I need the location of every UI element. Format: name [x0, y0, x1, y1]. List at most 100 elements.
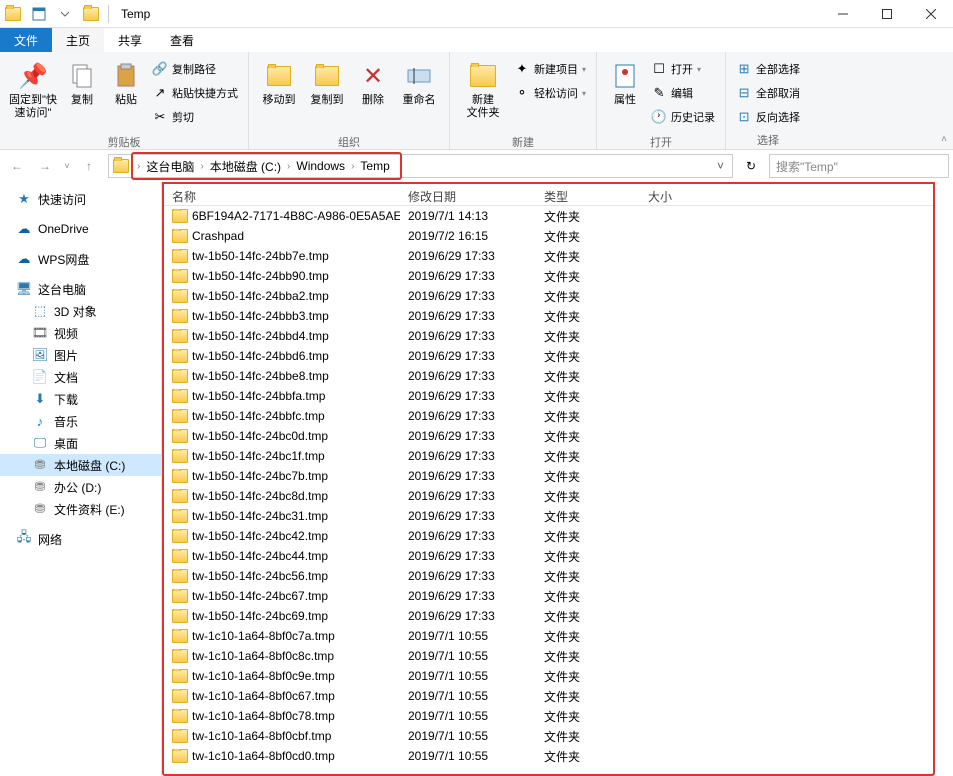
back-button[interactable]: ← [4, 153, 30, 179]
file-row[interactable]: tw-1b50-14fc-24bc67.tmp2019/6/29 17:33文件… [164, 586, 933, 606]
file-row[interactable]: tw-1b50-14fc-24bc69.tmp2019/6/29 17:33文件… [164, 606, 933, 626]
tree-drive-c[interactable]: ⛃本地磁盘 (C:) [0, 454, 161, 476]
file-row[interactable]: tw-1b50-14fc-24bc31.tmp2019/6/29 17:33文件… [164, 506, 933, 526]
recent-dropdown[interactable]: ˅ [60, 153, 74, 179]
tree-drive-e[interactable]: ⛃文件资料 (E:) [0, 498, 161, 520]
file-date-cell: 2019/6/29 17:33 [400, 549, 536, 563]
new-folder-button[interactable]: 新建 文件夹 [456, 56, 510, 132]
file-row[interactable]: tw-1b50-14fc-24bc56.tmp2019/6/29 17:33文件… [164, 566, 933, 586]
up-button[interactable]: ↑ [76, 153, 102, 179]
file-date-cell: 2019/6/29 17:33 [400, 569, 536, 583]
file-row[interactable]: tw-1b50-14fc-24bc0d.tmp2019/6/29 17:33文件… [164, 426, 933, 446]
file-type-cell: 文件夹 [536, 408, 640, 425]
tree-documents[interactable]: 📄文档 [0, 366, 161, 388]
tree-pictures[interactable]: 🖼图片 [0, 344, 161, 366]
pin-to-quick-access-button[interactable]: 📌 固定到"快 速访问" [6, 56, 60, 132]
breadcrumb-item[interactable]: Temp [354, 156, 395, 176]
file-row[interactable]: tw-1b50-14fc-24bb90.tmp2019/6/29 17:33文件… [164, 266, 933, 286]
new-folder-qat-icon[interactable] [78, 1, 104, 27]
file-row[interactable]: tw-1b50-14fc-24bc1f.tmp2019/6/29 17:33文件… [164, 446, 933, 466]
file-list[interactable]: 6BF194A2-7171-4B8C-A986-0E5A5AE...2019/7… [164, 206, 933, 774]
invert-selection-button[interactable]: ⊡反向选择 [736, 106, 800, 128]
search-input[interactable]: 搜索"Temp" [769, 154, 949, 178]
breadcrumb-item[interactable]: Windows [290, 156, 351, 176]
tree-videos[interactable]: 🎞视频 [0, 322, 161, 344]
file-name-cell: tw-1b50-14fc-24bc31.tmp [164, 509, 400, 523]
address-dropdown[interactable]: ˅ [711, 159, 730, 173]
file-row[interactable]: tw-1b50-14fc-24bc42.tmp2019/6/29 17:33文件… [164, 526, 933, 546]
tab-view[interactable]: 查看 [156, 28, 208, 52]
tree-onedrive[interactable]: ☁OneDrive [0, 218, 161, 240]
file-row[interactable]: Crashpad2019/7/2 16:15文件夹 [164, 226, 933, 246]
easy-access-button[interactable]: ⚬轻松访问▾ [514, 82, 586, 104]
ribbon-collapse-button[interactable]: ˄ [941, 134, 947, 145]
copy-button[interactable]: 复制 [60, 56, 104, 132]
address-bar[interactable]: › 这台电脑 › 本地磁盘 (C:) › Windows › Temp ˅ [108, 154, 733, 178]
folder-icon [172, 569, 188, 583]
column-type[interactable]: 类型 [536, 184, 640, 205]
file-row[interactable]: tw-1c10-1a64-8bf0cd0.tmp2019/7/1 10:55文件… [164, 746, 933, 766]
file-row[interactable]: tw-1b50-14fc-24bbd4.tmp2019/6/29 17:33文件… [164, 326, 933, 346]
file-row[interactable]: tw-1c10-1a64-8bf0c67.tmp2019/7/1 10:55文件… [164, 686, 933, 706]
file-row[interactable]: tw-1c10-1a64-8bf0c9e.tmp2019/7/1 10:55文件… [164, 666, 933, 686]
breadcrumb-item[interactable]: 这台电脑 [140, 156, 200, 176]
tree-quick-access[interactable]: ★快速访问 [0, 188, 161, 210]
tab-home[interactable]: 主页 [52, 28, 104, 52]
tree-desktop[interactable]: 🖵桌面 [0, 432, 161, 454]
tree-wps[interactable]: ☁WPS网盘 [0, 248, 161, 270]
refresh-button[interactable]: ↻ [739, 154, 763, 178]
column-date[interactable]: 修改日期 [400, 184, 536, 205]
column-size[interactable]: 大小 [640, 184, 720, 205]
forward-button[interactable]: → [32, 153, 58, 179]
column-name[interactable]: 名称 [164, 184, 400, 205]
file-row[interactable]: 6BF194A2-7171-4B8C-A986-0E5A5AE...2019/7… [164, 206, 933, 226]
folder-icon [172, 669, 188, 683]
file-row[interactable]: tw-1b50-14fc-24bc7b.tmp2019/6/29 17:33文件… [164, 466, 933, 486]
tree-music[interactable]: ♪音乐 [0, 410, 161, 432]
tree-3d-objects[interactable]: ⬚3D 对象 [0, 300, 161, 322]
file-row[interactable]: tw-1c10-1a64-8bf0c8c.tmp2019/7/1 10:55文件… [164, 646, 933, 666]
delete-button[interactable]: ✕ 删除 [351, 56, 395, 132]
file-row[interactable]: tw-1b50-14fc-24bbfc.tmp2019/6/29 17:33文件… [164, 406, 933, 426]
tab-share[interactable]: 共享 [104, 28, 156, 52]
select-all-button[interactable]: ⊞全部选择 [736, 58, 800, 80]
file-row[interactable]: tw-1b50-14fc-24bbd6.tmp2019/6/29 17:33文件… [164, 346, 933, 366]
file-row[interactable]: tw-1c10-1a64-8bf0cbf.tmp2019/7/1 10:55文件… [164, 726, 933, 746]
paste-button[interactable]: 粘贴 [104, 56, 148, 132]
edit-button[interactable]: ✎编辑 [651, 82, 715, 104]
tree-network[interactable]: 🖧网络 [0, 528, 161, 550]
file-row[interactable]: tw-1b50-14fc-24bbe8.tmp2019/6/29 17:33文件… [164, 366, 933, 386]
folder-icon[interactable] [0, 1, 26, 27]
file-type-cell: 文件夹 [536, 268, 640, 285]
properties-qat-icon[interactable] [26, 1, 52, 27]
select-none-button[interactable]: ⊟全部取消 [736, 82, 800, 104]
qat-dropdown-icon[interactable] [52, 1, 78, 27]
rename-button[interactable]: 重命名 [395, 56, 443, 132]
maximize-button[interactable] [865, 0, 909, 28]
move-to-button[interactable]: 移动到 [255, 56, 303, 132]
file-row[interactable]: tw-1b50-14fc-24bc8d.tmp2019/6/29 17:33文件… [164, 486, 933, 506]
file-date-cell: 2019/7/1 10:55 [400, 749, 536, 763]
file-row[interactable]: tw-1b50-14fc-24bbb3.tmp2019/6/29 17:33文件… [164, 306, 933, 326]
tree-drive-d[interactable]: ⛃办公 (D:) [0, 476, 161, 498]
new-item-button[interactable]: ✦新建项目▾ [514, 58, 586, 80]
file-row[interactable]: tw-1b50-14fc-24bc44.tmp2019/6/29 17:33文件… [164, 546, 933, 566]
minimize-button[interactable] [821, 0, 865, 28]
history-button[interactable]: 🕐历史记录 [651, 106, 715, 128]
file-row[interactable]: tw-1c10-1a64-8bf0c7a.tmp2019/7/1 10:55文件… [164, 626, 933, 646]
file-row[interactable]: tw-1c10-1a64-8bf0c78.tmp2019/7/1 10:55文件… [164, 706, 933, 726]
copy-to-button[interactable]: 复制到 [303, 56, 351, 132]
cut-button[interactable]: ✂剪切 [152, 106, 238, 128]
tab-file[interactable]: 文件 [0, 28, 52, 52]
file-row[interactable]: tw-1b50-14fc-24bba2.tmp2019/6/29 17:33文件… [164, 286, 933, 306]
tree-this-pc[interactable]: 🖥这台电脑 [0, 278, 161, 300]
file-row[interactable]: tw-1b50-14fc-24bb7e.tmp2019/6/29 17:33文件… [164, 246, 933, 266]
close-button[interactable] [909, 0, 953, 28]
file-row[interactable]: tw-1b50-14fc-24bbfa.tmp2019/6/29 17:33文件… [164, 386, 933, 406]
copy-path-button[interactable]: 🔗复制路径 [152, 58, 238, 80]
paste-shortcut-button[interactable]: ↗粘贴快捷方式 [152, 82, 238, 104]
tree-downloads[interactable]: ⬇下载 [0, 388, 161, 410]
open-button[interactable]: ☐打开▾ [651, 58, 715, 80]
breadcrumb-item[interactable]: 本地磁盘 (C:) [204, 156, 287, 176]
properties-button[interactable]: 属性 [603, 56, 647, 132]
